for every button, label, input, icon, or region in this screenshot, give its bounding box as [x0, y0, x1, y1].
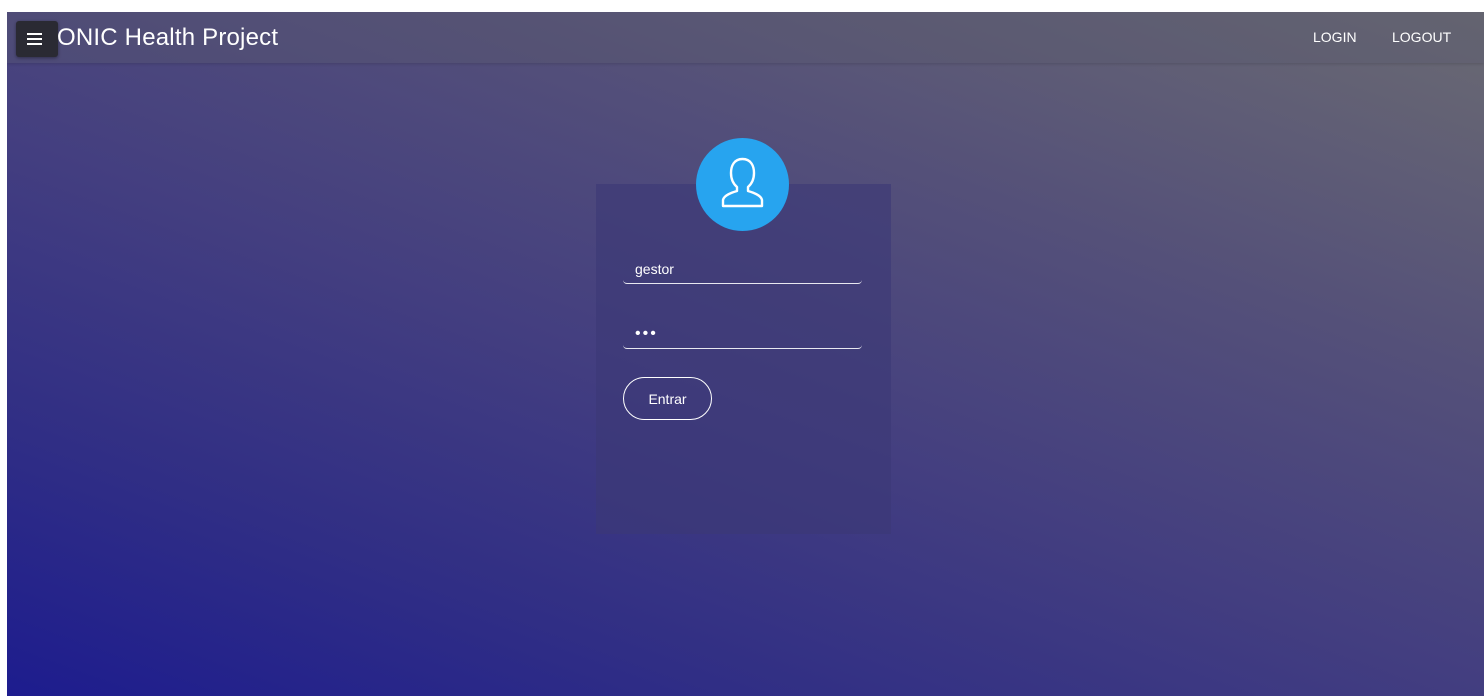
login-card: [596, 184, 891, 534]
nav-logout-link[interactable]: LOGOUT: [1392, 29, 1451, 45]
user-icon: [721, 157, 764, 208]
app-title: ONIC Health Project: [57, 24, 279, 51]
avatar: [696, 138, 789, 231]
app-viewport: ONIC Health Project LOGIN LOGOUT Entrar: [7, 12, 1484, 696]
nav-login-link[interactable]: LOGIN: [1313, 29, 1357, 45]
top-navigation-bar: ONIC Health Project LOGIN LOGOUT: [7, 12, 1484, 63]
username-input[interactable]: [623, 254, 862, 284]
login-submit-button[interactable]: Entrar: [623, 377, 712, 420]
menu-button[interactable]: [16, 21, 58, 57]
password-input[interactable]: [623, 319, 862, 349]
